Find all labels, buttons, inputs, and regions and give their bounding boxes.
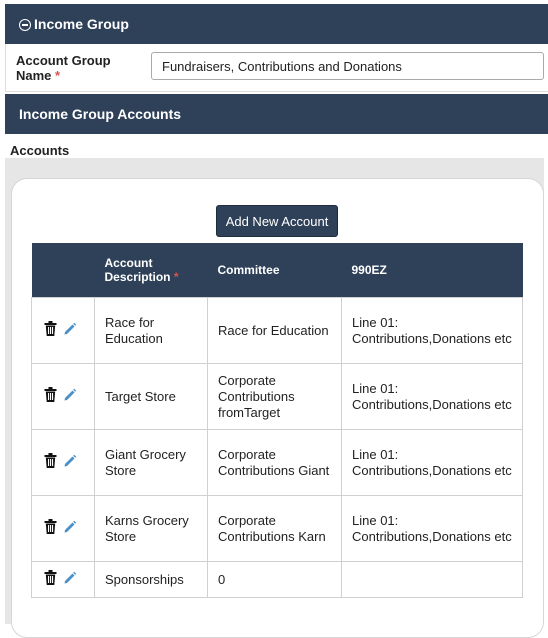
trash-icon[interactable] (44, 519, 57, 538)
table-row: Karns Grocery Store Corporate Contributio… (31, 495, 523, 562)
required-marker: * (55, 68, 61, 83)
accounts-title: Accounts (10, 143, 70, 158)
trash-icon[interactable] (44, 387, 57, 406)
row-actions (31, 429, 95, 496)
income-group-title: Income Group (34, 16, 129, 32)
cell-990ez: Line 01: Contributions,Donations etc (341, 363, 523, 430)
cell-990ez (341, 561, 523, 598)
pencil-icon[interactable] (63, 520, 77, 538)
cell-committee: 0 (207, 561, 342, 598)
pencil-icon[interactable] (63, 388, 77, 406)
trash-icon[interactable] (44, 570, 57, 589)
pencil-icon[interactable] (63, 454, 77, 472)
table-header-row: Account Description * Committee 990EZ (31, 243, 523, 298)
cell-990ez: Line 01: Contributions,Donations etc (341, 429, 523, 496)
cell-description: Karns Grocery Store (94, 495, 208, 562)
column-header-990ez[interactable]: 990EZ (341, 243, 523, 298)
account-group-name-label: Account Group Name * (16, 53, 111, 83)
row-actions (31, 561, 95, 598)
account-group-name-row: Account Group Name * (5, 44, 548, 92)
table-row: Target Store Corporate Contributions from… (31, 363, 523, 430)
cell-990ez: Line 01: Contributions,Donations etc (341, 495, 523, 562)
cell-committee: Corporate Contributions fromTarget (207, 363, 342, 430)
account-group-name-input[interactable] (151, 52, 544, 80)
minus-circle-icon[interactable] (19, 19, 31, 31)
cell-committee: Race for Education (207, 297, 342, 364)
required-marker: * (173, 270, 179, 284)
row-actions (31, 495, 95, 562)
column-header-committee[interactable]: Committee (207, 243, 342, 298)
pencil-icon[interactable] (63, 322, 77, 340)
trash-icon[interactable] (44, 453, 57, 472)
cell-committee: Corporate Contributions Giant (207, 429, 342, 496)
cell-description: Race for Education (94, 297, 208, 364)
table-row: Race for Education Race for Education Line… (31, 297, 523, 364)
cell-description: Target Store (94, 363, 208, 430)
cell-description: Sponsorships (94, 561, 208, 598)
income-group-accounts-header: Income Group Accounts (5, 94, 548, 134)
income-group-header[interactable]: Income Group (5, 4, 548, 44)
row-actions (31, 297, 95, 364)
accounts-table-body: Race for Education Race for Education Line… (31, 297, 523, 598)
cell-description: Giant Grocery Store (94, 429, 208, 496)
table-row: Giant Grocery Store Corporate Contributio… (31, 429, 523, 496)
add-new-account-button[interactable]: Add New Account (216, 205, 338, 237)
table-row: Sponsorships 0 (31, 561, 523, 598)
trash-icon[interactable] (44, 321, 57, 340)
actions-header (31, 243, 95, 298)
pencil-icon[interactable] (63, 571, 77, 589)
column-header-description[interactable]: Account Description * (94, 243, 208, 298)
cell-990ez: Line 01: Contributions,Donations etc (341, 297, 523, 364)
cell-committee: Corporate Contributions Karn (207, 495, 342, 562)
accounts-table: Account Description * Committee 990EZ Ra… (31, 243, 523, 598)
row-actions (31, 363, 95, 430)
